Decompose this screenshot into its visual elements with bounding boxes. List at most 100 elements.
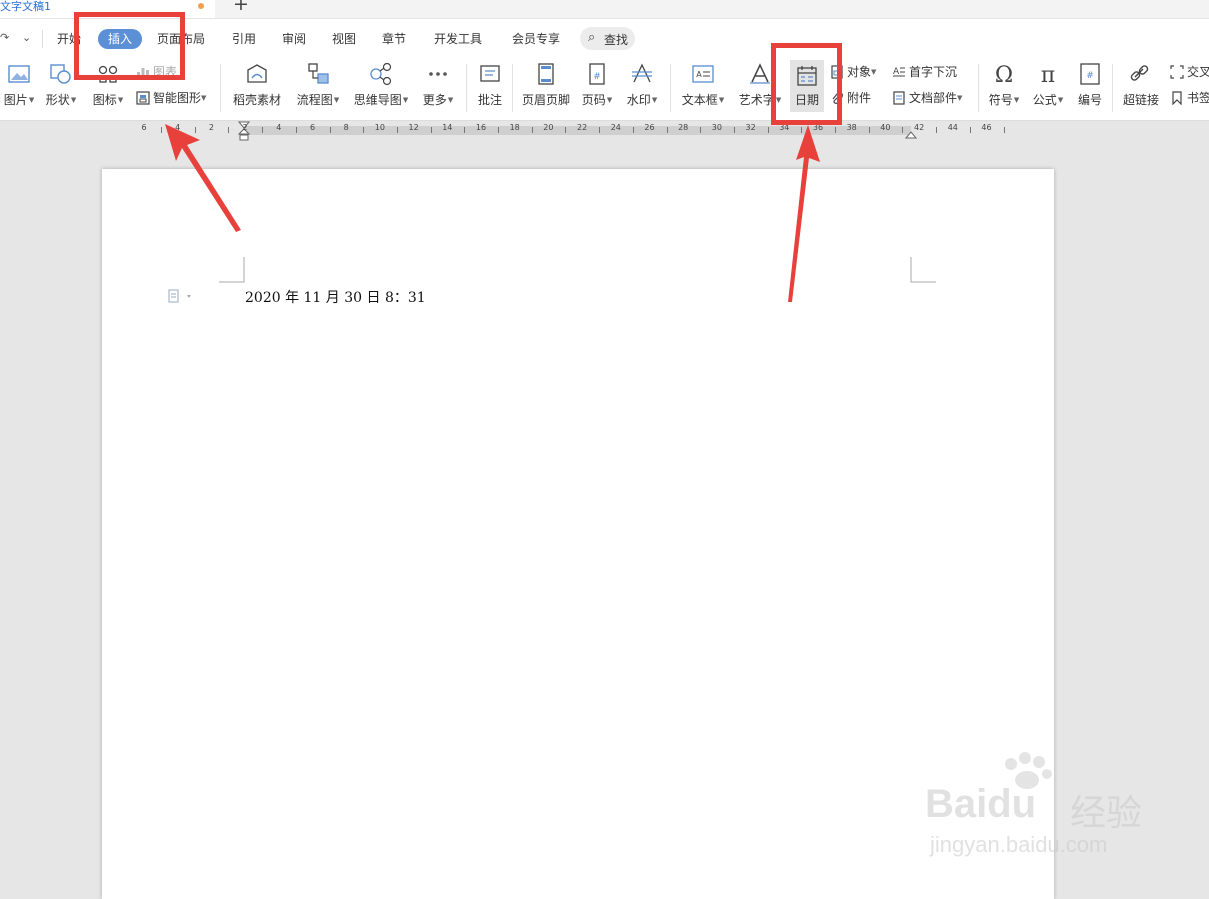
formula-label: 公式 bbox=[1032, 93, 1057, 107]
numbering-icon: # bbox=[1080, 63, 1100, 85]
crossref-label: 交叉 bbox=[1187, 65, 1209, 79]
tab-member[interactable]: 会员专享 bbox=[512, 31, 560, 47]
new-tab-button[interactable]: + bbox=[233, 0, 249, 14]
smart-art-button[interactable]: 智能图形▼ bbox=[136, 89, 206, 107]
ribbon-divider bbox=[1112, 64, 1113, 112]
ruler-tick bbox=[363, 127, 365, 133]
object-label: 对象 bbox=[847, 65, 872, 79]
more-button[interactable]: 更多▼ bbox=[418, 58, 458, 116]
tab-references[interactable]: 引用 bbox=[232, 31, 256, 47]
shape-icon bbox=[50, 64, 71, 84]
page-number-button[interactable]: # 页码▼ bbox=[578, 58, 616, 116]
mindmap-label: 思维导图 bbox=[353, 93, 402, 107]
ruler-tick bbox=[801, 127, 803, 133]
document-text[interactable]: 2020 年 11 月 30 日 8：31 bbox=[245, 287, 426, 307]
ruler-label: 2 bbox=[242, 123, 248, 132]
ruler-label: 24 bbox=[610, 123, 621, 132]
ruler-label: 14 bbox=[442, 123, 453, 132]
paragraph-handle-icon[interactable] bbox=[168, 289, 194, 303]
ruler-tick bbox=[498, 127, 499, 133]
bookmark-button[interactable]: 书签 bbox=[1170, 89, 1209, 107]
ruler-label: 32 bbox=[745, 123, 756, 132]
search-label: 查找 bbox=[604, 33, 629, 47]
comment-button[interactable]: 批注 bbox=[472, 58, 508, 116]
doc-parts-button[interactable]: 文档部件▼ bbox=[892, 89, 962, 107]
formula-button[interactable]: π 公式▼ bbox=[1028, 58, 1068, 116]
daoke-material-button[interactable]: 稻壳素材 bbox=[230, 58, 284, 116]
ruler-tick bbox=[733, 127, 735, 133]
ruler-tick bbox=[161, 127, 162, 133]
picture-button[interactable]: 图片▼ bbox=[0, 58, 38, 116]
ruler-tick bbox=[902, 127, 904, 133]
ruler-label: 10 bbox=[374, 123, 385, 132]
horizontal-ruler[interactable]: 6 4 2 2 4 6 8 10 12 14 16 18 20 22 24 26 28 30 32 34 36 38 40 4… bbox=[0, 121, 1209, 141]
ruler-label: 20 bbox=[543, 123, 554, 132]
mindmap-button[interactable]: 思维导图▼ bbox=[350, 58, 412, 116]
ribbon-divider bbox=[512, 64, 513, 112]
ruler-tick bbox=[936, 127, 938, 133]
ruler-label: 30 bbox=[711, 123, 722, 132]
ruler-label: 46 bbox=[981, 123, 992, 132]
svg-text:#: # bbox=[1086, 71, 1094, 81]
svg-text:Ω: Ω bbox=[995, 63, 1013, 86]
watermark-jingyan: 经验 bbox=[1070, 793, 1143, 834]
ruler-tick bbox=[228, 127, 230, 133]
page-number-icon: # bbox=[589, 63, 605, 85]
symbol-button[interactable]: Ω 符号▼ bbox=[984, 58, 1024, 116]
textbox-icon: A bbox=[692, 65, 714, 83]
crossref-button[interactable]: 交叉 bbox=[1170, 63, 1209, 81]
tab-chapter[interactable]: 章节 bbox=[382, 31, 406, 47]
search-button[interactable]: ⌕ 查找 bbox=[580, 27, 635, 50]
ruler-label: 8 bbox=[343, 123, 349, 132]
watermark-brand: Bai bbox=[925, 782, 988, 826]
bookmark-icon bbox=[1172, 91, 1182, 105]
numbering-label: 编号 bbox=[1077, 93, 1102, 107]
wordart-label: 艺术字 bbox=[738, 93, 775, 107]
daoke-label: 稻壳素材 bbox=[232, 93, 281, 107]
daoke-icon bbox=[247, 64, 267, 83]
ruler-label: 18 bbox=[509, 123, 520, 132]
quick-access-more-icon[interactable]: ⌄ bbox=[22, 31, 31, 44]
ruler-tick bbox=[430, 127, 432, 133]
ruler-tick bbox=[329, 127, 331, 133]
watermark-button[interactable]: 水印▼ bbox=[622, 58, 662, 116]
tab-view[interactable]: 视图 bbox=[332, 31, 356, 47]
mindmap-icon bbox=[370, 62, 392, 86]
ruler-label: 40 bbox=[880, 123, 891, 132]
ruler-label: 26 bbox=[644, 123, 655, 132]
ruler-label: 6 bbox=[309, 123, 316, 132]
numbering-button[interactable]: # 编号 bbox=[1072, 58, 1108, 116]
flowchart-label: 流程图 bbox=[296, 93, 333, 107]
ruler-tick bbox=[632, 127, 634, 133]
dropcap-button[interactable]: A 首字下沉 bbox=[892, 63, 957, 81]
ribbon-divider bbox=[670, 64, 671, 112]
dropcap-label: 首字下沉 bbox=[909, 65, 958, 79]
document-tab-title: 文字文稿1 bbox=[0, 0, 51, 13]
ruler-label: 16 bbox=[475, 123, 487, 132]
ruler-tick bbox=[868, 127, 870, 133]
watermark-label: 水印 bbox=[626, 93, 651, 107]
hyperlink-label: 超链接 bbox=[1122, 93, 1159, 107]
watermark-icon bbox=[632, 63, 652, 83]
header-footer-button[interactable]: 页眉页脚 bbox=[518, 58, 574, 116]
page-number-label: 页码 bbox=[581, 93, 606, 107]
flowchart-button[interactable]: 流程图▼ bbox=[292, 58, 344, 116]
ruler-label: 4 bbox=[276, 123, 282, 132]
pi-icon: π bbox=[1041, 63, 1055, 86]
ruler-tick bbox=[194, 127, 196, 133]
dropcap-icon: A bbox=[893, 67, 905, 77]
more-label: 更多 bbox=[422, 93, 447, 107]
hyperlink-button[interactable]: 超链接 bbox=[1118, 58, 1164, 116]
ruler-label: 12 bbox=[408, 123, 419, 132]
textbox-label: 文本框 bbox=[681, 93, 718, 107]
tab-developer[interactable]: 开发工具 bbox=[434, 31, 482, 47]
document-page[interactable]: 2020 年 11 月 30 日 8：31 bbox=[102, 169, 1054, 899]
ruler-label: 6 bbox=[141, 123, 147, 132]
ruler-tick bbox=[396, 127, 398, 133]
svg-text:π: π bbox=[1041, 63, 1055, 86]
ruler-tick bbox=[565, 127, 567, 133]
tab-review[interactable]: 审阅 bbox=[282, 31, 306, 47]
ruler-label: 4 bbox=[175, 123, 181, 132]
textbox-button[interactable]: A 文本框▼ bbox=[676, 58, 730, 116]
redo-icon[interactable]: ↷ bbox=[0, 31, 9, 44]
